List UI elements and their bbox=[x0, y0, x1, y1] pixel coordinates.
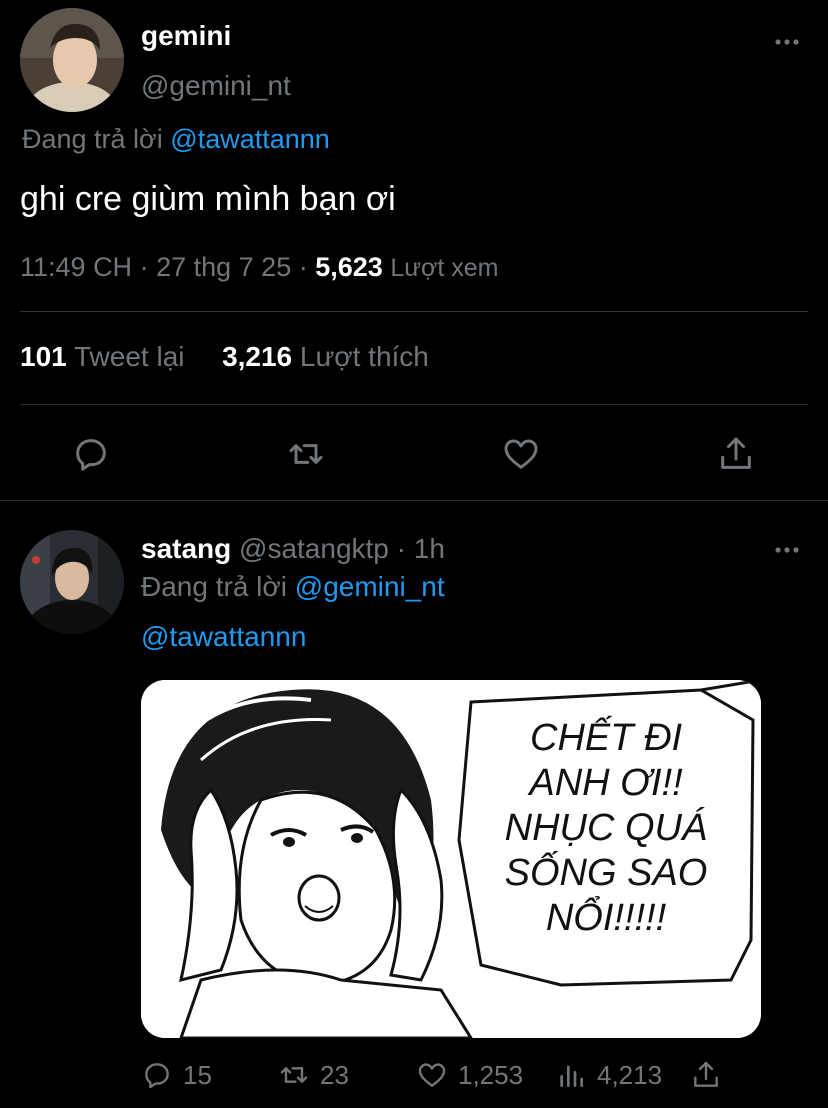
retweet-label: Tweet lại bbox=[74, 341, 185, 372]
tweet-text: ghi cre giùm mình bạn ơi bbox=[20, 180, 396, 218]
avatar[interactable] bbox=[20, 8, 124, 112]
tweet-time-ago[interactable]: 1h bbox=[414, 533, 445, 564]
reply-header: satang @satangktp · 1h bbox=[141, 533, 445, 565]
more-options-icon[interactable] bbox=[770, 30, 804, 54]
view-label: Lượt xem bbox=[390, 254, 499, 282]
divider bbox=[0, 500, 828, 501]
user-handle[interactable]: @gemini_nt bbox=[141, 70, 291, 102]
like-icon[interactable] bbox=[501, 434, 541, 474]
media-text-line: NHỤC QUÁ bbox=[505, 806, 708, 849]
reply-action[interactable]: 15 bbox=[141, 1058, 212, 1092]
replying-to-mention[interactable]: @gemini_nt bbox=[295, 571, 445, 602]
retweet-icon[interactable] bbox=[286, 434, 326, 474]
replying-to-mention[interactable]: @tawattannn bbox=[170, 124, 330, 154]
retweet-count: 101 bbox=[20, 341, 67, 372]
avatar[interactable] bbox=[20, 530, 124, 634]
display-name[interactable]: gemini bbox=[141, 20, 231, 52]
meta-separator: · bbox=[396, 533, 406, 564]
mention-link[interactable]: @tawattannn bbox=[141, 621, 306, 653]
retweet-stat[interactable]: 101 Tweet lại bbox=[20, 341, 185, 372]
engagement-stats: 101 Tweet lại 3,216 Lượt thích bbox=[20, 341, 429, 373]
tweet-media-image[interactable]: CHẾT ĐI ANH ƠI!! NHỤC QUÁ SỐNG SAO NỔI!!… bbox=[141, 680, 761, 1038]
replying-to-prefix: Đang trả lời bbox=[141, 571, 287, 602]
divider bbox=[20, 311, 808, 312]
more-options-icon[interactable] bbox=[770, 538, 804, 562]
meta-separator: · bbox=[139, 252, 149, 282]
like-count: 3,216 bbox=[222, 341, 293, 372]
tweet-date[interactable]: 27 thg 7 25 bbox=[156, 252, 291, 282]
reply-icon[interactable] bbox=[71, 434, 111, 474]
like-icon bbox=[416, 1059, 448, 1091]
user-handle[interactable]: @satangktp bbox=[239, 533, 389, 564]
divider bbox=[20, 404, 808, 405]
media-text-line: CHẾT ĐI bbox=[530, 715, 682, 759]
media-text-line: NỔI!!!!! bbox=[546, 894, 667, 939]
views-count: 4,213 bbox=[597, 1059, 663, 1090]
like-stat[interactable]: 3,216 Lượt thích bbox=[222, 341, 429, 372]
views-action[interactable]: 4,213 bbox=[555, 1058, 662, 1092]
display-name[interactable]: satang bbox=[141, 533, 231, 564]
retweet-count: 23 bbox=[320, 1059, 349, 1090]
share-icon[interactable] bbox=[716, 434, 756, 474]
replying-to-prefix: Đang trả lời bbox=[22, 124, 163, 154]
reply-count: 15 bbox=[183, 1059, 212, 1090]
tweet-time[interactable]: 11:49 CH bbox=[20, 252, 132, 282]
media-text-line: ANH ƠI!! bbox=[527, 762, 683, 804]
tweet-meta: 11:49 CH · 27 thg 7 25 · 5,623 Lượt xem bbox=[20, 252, 499, 283]
retweet-icon bbox=[278, 1059, 310, 1091]
retweet-action[interactable]: 23 bbox=[278, 1058, 349, 1092]
view-count: 5,623 bbox=[315, 252, 383, 282]
reply-icon bbox=[141, 1059, 173, 1091]
replying-to-line: Đang trả lời @gemini_nt bbox=[141, 571, 445, 603]
replying-to-line: Đang trả lời @tawattannn bbox=[22, 124, 330, 155]
like-count: 1,253 bbox=[458, 1059, 524, 1090]
like-label: Lượt thích bbox=[299, 341, 429, 372]
views-icon bbox=[555, 1059, 587, 1091]
share-icon bbox=[690, 1059, 722, 1091]
meta-separator: · bbox=[298, 252, 308, 282]
share-action[interactable] bbox=[690, 1058, 722, 1092]
like-action[interactable]: 1,253 bbox=[416, 1058, 523, 1092]
media-text-line: SỐNG SAO bbox=[505, 849, 708, 894]
